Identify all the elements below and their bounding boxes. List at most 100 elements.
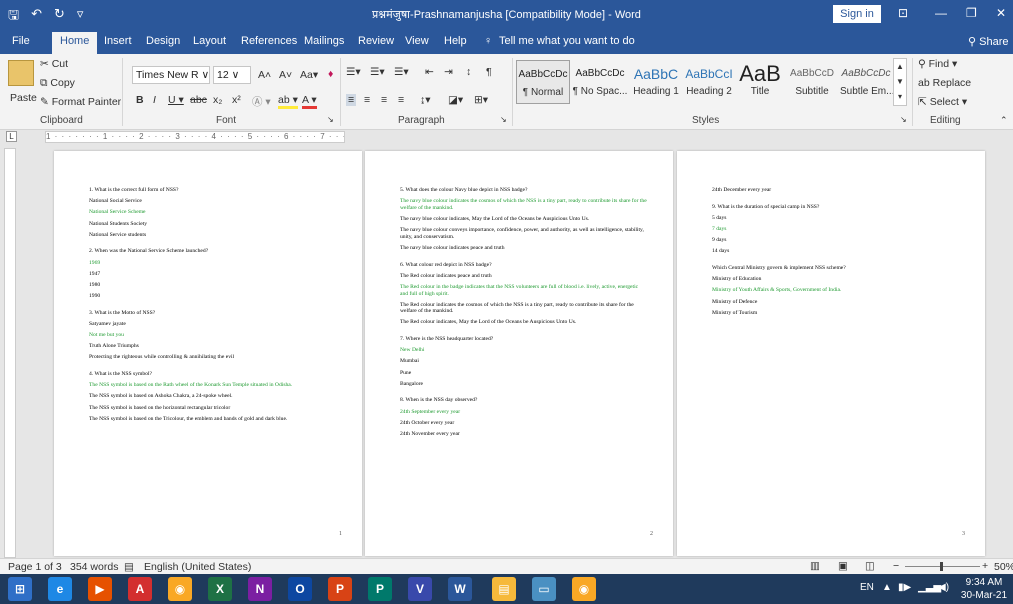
line-spacing-icon[interactable]: ↨▾ <box>420 94 431 106</box>
document-page-2[interactable]: 5. What does the colour Navy blue depict… <box>365 151 673 556</box>
superscript-icon[interactable]: x² <box>232 94 241 106</box>
clear-formatting-icon[interactable]: ♦ <box>328 68 333 80</box>
numbering-icon[interactable]: ☰▾ <box>370 66 385 78</box>
style-subtle-emphasis[interactable]: AaBbCcDc Subtle Em... <box>840 60 894 104</box>
font-name-box[interactable]: Times New R ∨ <box>132 66 210 84</box>
paste-icon[interactable] <box>8 60 34 86</box>
document-page-1[interactable]: 1. What is the correct full form of NSS?… <box>54 151 362 556</box>
styles-launcher-icon[interactable]: ↘ <box>900 115 907 124</box>
close-icon[interactable]: ✕ <box>996 6 1006 20</box>
publisher-app[interactable]: P <box>368 577 392 601</box>
document-page-3[interactable]: 24th December every year 9. What is the d… <box>677 151 985 556</box>
shading-icon[interactable]: ◪▾ <box>448 94 463 106</box>
styles-scroll[interactable]: ▲ ▼ ▾ <box>893 58 907 106</box>
media-player-app[interactable]: ▶ <box>88 577 112 601</box>
change-case-icon[interactable]: Aa▾ <box>300 69 318 81</box>
excel-app[interactable]: X <box>208 577 232 601</box>
style-normal[interactable]: AaBbCcDc ¶ Normal <box>516 60 570 104</box>
input-language[interactable]: EN <box>860 582 874 593</box>
tab-help[interactable]: Help <box>444 35 467 47</box>
word-app[interactable]: W <box>448 577 472 601</box>
borders-icon[interactable]: ⊞▾ <box>474 94 488 106</box>
onenote-app[interactable]: N <box>248 577 272 601</box>
visio-app[interactable]: V <box>408 577 432 601</box>
replace-button[interactable]: ab Replace <box>918 77 971 89</box>
increase-indent-icon[interactable]: ⇥ <box>444 66 453 78</box>
ribbon-display-icon[interactable]: ⊡ <box>898 6 908 20</box>
language-status[interactable]: English (United States) <box>144 561 251 573</box>
tab-layout[interactable]: Layout <box>193 35 226 47</box>
collapse-ribbon-icon[interactable]: ⌃ <box>1000 115 1008 126</box>
pilcrow-icon[interactable]: ¶ <box>486 66 492 78</box>
page-count[interactable]: Page 1 of 3 <box>8 561 62 573</box>
style-no-spacing[interactable]: AaBbCcDc ¶ No Spac... <box>572 60 628 104</box>
sort-icon[interactable]: ↕ <box>466 66 471 78</box>
find-button[interactable]: ⚲ Find ▾ <box>918 58 957 70</box>
tab-review[interactable]: Review <box>358 35 394 47</box>
style-heading-2[interactable]: AaBbCcI Heading 2 <box>684 60 734 104</box>
sign-in-button[interactable]: Sign in <box>833 5 881 23</box>
tab-references[interactable]: References <box>241 35 297 47</box>
print-layout-icon[interactable]: ▣ <box>838 560 848 572</box>
align-center-icon[interactable]: ≡ <box>364 94 370 106</box>
tab-view[interactable]: View <box>405 35 429 47</box>
acrobat-app[interactable]: A <box>128 577 152 601</box>
align-right-icon[interactable]: ≡ <box>381 94 387 106</box>
shrink-font-icon[interactable]: A˅ <box>279 69 292 81</box>
minimize-icon[interactable]: — <box>935 6 947 20</box>
zoom-slider-thumb[interactable] <box>940 562 943 571</box>
strikethrough-icon[interactable]: abc <box>190 94 207 106</box>
read-mode-icon[interactable]: ▥ <box>810 560 820 572</box>
system-clock[interactable]: 9:34 AM 30-Mar-21 <box>960 576 1008 602</box>
tab-insert[interactable]: Insert <box>104 35 132 47</box>
tab-file[interactable]: File <box>12 35 30 47</box>
italic-icon[interactable]: I <box>153 94 156 106</box>
tell-me-input[interactable]: Tell me what you want to do <box>499 35 635 47</box>
tab-home[interactable]: Home <box>52 32 98 54</box>
copy-button[interactable]: ⧉ Copy <box>40 77 75 90</box>
tab-mailings[interactable]: Mailings <box>304 35 344 47</box>
volume-icon[interactable]: ◀) <box>938 582 949 593</box>
font-launcher-icon[interactable]: ↘ <box>327 115 334 124</box>
powerpoint-app[interactable]: P <box>328 577 352 601</box>
paste-button[interactable]: Paste <box>10 92 37 104</box>
video-icon[interactable]: ▮▶ <box>898 582 911 593</box>
zoom-out-icon[interactable]: − <box>893 560 899 572</box>
format-painter-button[interactable]: ✎ Format Painter <box>40 96 121 108</box>
ruler-scale[interactable]: 1 · · · · · · · 1 · · · · 2 · · · · 3 · … <box>45 131 345 143</box>
word-count[interactable]: 354 words <box>70 561 118 573</box>
grow-font-icon[interactable]: A˄ <box>258 69 271 81</box>
style-subtitle[interactable]: AaBbCcD Subtitle <box>786 60 838 104</box>
justify-icon[interactable]: ≡ <box>398 94 404 106</box>
zoom-in-icon[interactable]: + <box>982 560 988 572</box>
edge-app[interactable]: e <box>48 577 72 601</box>
start-button[interactable]: ⊞ <box>8 577 32 601</box>
decrease-indent-icon[interactable]: ⇤ <box>425 66 434 78</box>
bullets-icon[interactable]: ☰▾ <box>346 66 361 78</box>
vertical-ruler[interactable] <box>4 148 16 558</box>
web-layout-icon[interactable]: ◫ <box>865 560 875 572</box>
proofing-icon[interactable]: ▤ <box>124 561 134 573</box>
outlook-app[interactable]: O <box>288 577 312 601</box>
font-color-icon[interactable]: A ▾ <box>302 94 317 109</box>
select-button[interactable]: ⇱ Select ▾ <box>918 96 967 108</box>
show-hidden-icons-icon[interactable]: ▲ <box>882 582 892 593</box>
style-heading-1[interactable]: AaBbC Heading 1 <box>630 60 682 104</box>
file-explorer-app[interactable]: ▤ <box>492 577 516 601</box>
cut-button[interactable]: ✂ Cut <box>40 58 68 70</box>
multilevel-list-icon[interactable]: ☰▾ <box>394 66 409 78</box>
tab-selector[interactable]: L <box>6 131 17 142</box>
underline-icon[interactable]: U ▾ <box>168 94 184 106</box>
chrome-app[interactable]: ◉ <box>168 577 192 601</box>
subscript-icon[interactable]: x₂ <box>213 94 222 106</box>
text-effects-icon[interactable]: Ⓐ ▾ <box>252 94 271 109</box>
font-size-box[interactable]: 12 ∨ <box>213 66 251 84</box>
bold-icon[interactable]: B <box>136 94 144 106</box>
chrome-app-2[interactable]: ◉ <box>572 577 596 601</box>
align-left-icon[interactable]: ≡ <box>346 94 357 106</box>
tab-design[interactable]: Design <box>146 35 180 47</box>
style-title[interactable]: AaB Title <box>736 60 784 104</box>
zoom-level[interactable]: 50% <box>994 561 1013 573</box>
paragraph-launcher-icon[interactable]: ↘ <box>500 115 507 124</box>
desktop-app[interactable]: ▭ <box>532 577 556 601</box>
